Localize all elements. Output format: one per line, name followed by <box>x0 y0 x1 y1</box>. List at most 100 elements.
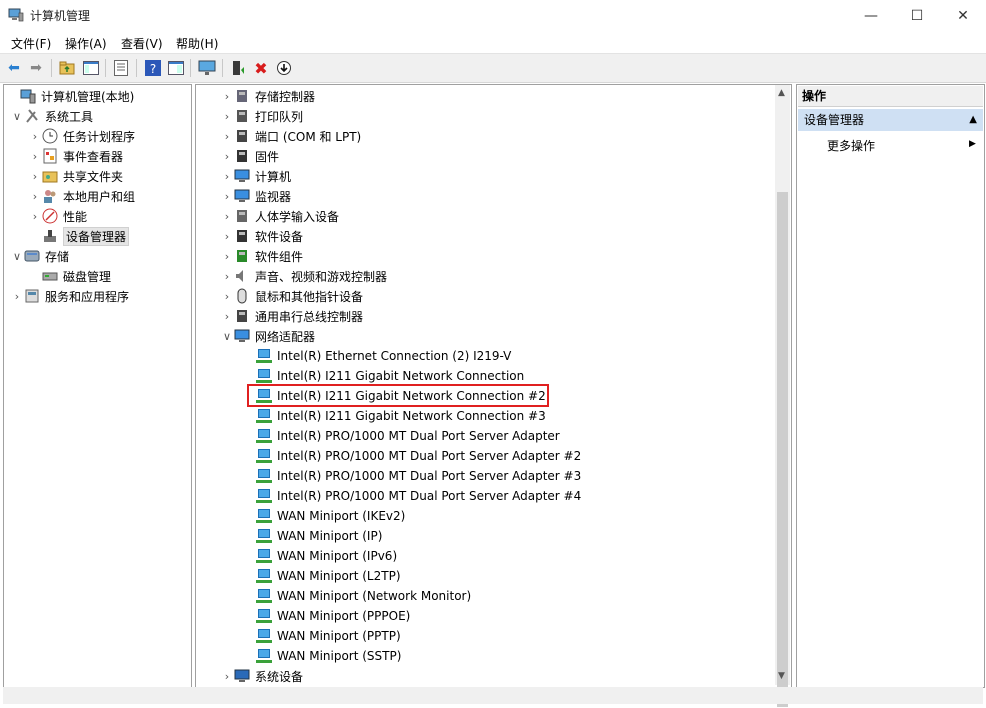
device-category[interactable]: › 打印队列 <box>220 106 303 126</box>
network-adapter-item[interactable]: Intel(R) PRO/1000 MT Dual Port Server Ad… <box>256 446 581 466</box>
network-adapter-item[interactable]: WAN Miniport (PPPOE) <box>256 606 410 626</box>
maximize-button[interactable]: ☐ <box>894 0 940 31</box>
minimize-button[interactable]: — <box>848 0 894 31</box>
device-category[interactable]: › 固件 <box>220 146 279 166</box>
chevron-right-icon[interactable]: › <box>220 290 234 303</box>
toolbar-separator <box>136 59 137 77</box>
scroll-up-icon[interactable]: ▲ <box>778 88 785 98</box>
chevron-right-icon[interactable]: › <box>10 290 24 303</box>
network-adapter-label: Intel(R) PRO/1000 MT Dual Port Server Ad… <box>277 489 582 503</box>
device-category[interactable]: › 软件组件 <box>220 246 303 266</box>
chevron-right-icon[interactable]: › <box>28 210 42 223</box>
tree-item-5[interactable]: › 本地用户和组 <box>28 186 135 206</box>
chevron-right-icon[interactable]: › <box>220 190 234 203</box>
menu-help[interactable]: 帮助(H) <box>176 35 218 52</box>
network-adapter-item[interactable]: WAN Miniport (IP) <box>256 526 382 546</box>
network-adapter-item[interactable]: WAN Miniport (IKEv2) <box>256 506 405 526</box>
device-category[interactable]: › 通用串行总线控制器 <box>220 306 363 326</box>
network-adapter-item[interactable]: WAN Miniport (PPTP) <box>256 626 401 646</box>
tree-item-label: 性能 <box>63 209 88 224</box>
network-adapter-item[interactable]: WAN Miniport (SSTP) <box>256 646 401 666</box>
network-adapter-icon <box>256 529 272 543</box>
monitor-icon <box>234 188 250 204</box>
tree-item-label: 服务和应用程序 <box>45 289 130 304</box>
network-adapter-item[interactable]: Intel(R) I211 Gigabit Network Connection <box>256 366 524 386</box>
tree-item-6[interactable]: › 性能 <box>28 206 87 226</box>
folder-up-icon[interactable] <box>58 59 76 77</box>
device-category[interactable]: › 端口 (COM 和 LPT) <box>220 126 361 146</box>
console-tree-pane[interactable]: 计算机管理(本地) ∨ 系统工具 › 任务计划程序 › 事件查看器 › 共享文件夹 › 本地用户和组… <box>3 84 192 688</box>
back-arrow-icon[interactable]: ⬅ <box>5 59 23 77</box>
tree-item-8[interactable]: ∨ 存储 <box>10 246 69 266</box>
chevron-right-icon[interactable]: › <box>220 670 234 683</box>
computer-management-app-icon <box>8 8 24 22</box>
chevron-down-icon[interactable]: ∨ <box>220 330 234 343</box>
more-actions-item[interactable]: 更多操作 <box>827 137 875 154</box>
network-adapter-item[interactable]: Intel(R) Ethernet Connection (2) I219-V <box>256 346 511 366</box>
chevron-right-icon[interactable]: › <box>220 270 234 283</box>
update-driver-icon[interactable] <box>229 59 247 77</box>
chevron-right-icon[interactable]: › <box>220 110 234 123</box>
tree-item-7[interactable]: 设备管理器 <box>28 226 130 246</box>
view-icon[interactable] <box>167 59 185 77</box>
tree-item-3[interactable]: › 事件查看器 <box>28 146 123 166</box>
help-icon[interactable]: ? <box>144 59 162 77</box>
close-button[interactable]: ✕ <box>940 0 986 31</box>
network-adapter-item[interactable]: Intel(R) PRO/1000 MT Dual Port Server Ad… <box>256 486 581 506</box>
network-adapter-item[interactable]: Intel(R) PRO/1000 MT Dual Port Server Ad… <box>256 466 581 486</box>
device-category[interactable]: › 监视器 <box>220 186 291 206</box>
tree-item-0[interactable]: 计算机管理(本地) <box>6 86 134 106</box>
scan-icon[interactable] <box>275 59 293 77</box>
tree-item-2[interactable]: › 任务计划程序 <box>28 126 135 146</box>
device-category[interactable]: › 鼠标和其他指针设备 <box>220 286 363 306</box>
network-adapter-icon <box>256 649 272 663</box>
menu-view[interactable]: 查看(V) <box>121 35 163 52</box>
properties-icon[interactable] <box>112 59 130 77</box>
device-category[interactable]: › 计算机 <box>220 166 291 186</box>
menu-file[interactable]: 文件(F) <box>11 35 51 52</box>
network-adapter-item[interactable]: WAN Miniport (IPv6) <box>256 546 397 566</box>
device-category-label: 鼠标和其他指针设备 <box>255 289 364 304</box>
monitor-icon[interactable] <box>198 59 216 77</box>
scroll-down-icon[interactable]: ▼ <box>778 671 785 681</box>
chevron-right-icon[interactable]: › <box>220 230 234 243</box>
chevron-right-icon[interactable]: › <box>220 90 234 103</box>
device-category-label: 固件 <box>255 149 280 164</box>
chevron-right-icon[interactable]: › <box>220 210 234 223</box>
console-tree-icon[interactable] <box>82 59 100 77</box>
chevron-right-icon[interactable]: › <box>28 150 42 163</box>
chevron-right-icon[interactable]: › <box>220 130 234 143</box>
tree-item-4[interactable]: › 共享文件夹 <box>28 166 123 186</box>
chevron-right-icon[interactable]: › <box>220 150 234 163</box>
network-adapter-icon <box>256 569 272 583</box>
more-actions-arrow-icon[interactable]: ▶ <box>969 139 976 149</box>
chevron-right-icon[interactable]: › <box>28 170 42 183</box>
network-adapter-item[interactable]: Intel(R) I211 Gigabit Network Connection… <box>256 406 546 426</box>
device-category[interactable]: › 声音、视频和游戏控制器 <box>220 266 387 286</box>
tree-item-9[interactable]: 磁盘管理 <box>28 266 111 286</box>
uninstall-icon[interactable]: ✖ <box>252 59 270 78</box>
vertical-scrollbar[interactable]: ▲ ▼ <box>775 85 790 707</box>
menu-action[interactable]: 操作(A) <box>65 35 107 52</box>
chevron-right-icon[interactable]: › <box>28 190 42 203</box>
chevron-down-icon[interactable]: ∨ <box>10 110 24 123</box>
forward-arrow-icon[interactable]: ➡ <box>27 59 45 77</box>
actions-section-device-manager[interactable]: 设备管理器 ▲ <box>798 109 983 131</box>
chevron-right-icon[interactable]: › <box>220 250 234 263</box>
device-category[interactable]: › 软件设备 <box>220 226 303 246</box>
device-category[interactable]: › 存储控制器 <box>220 86 315 106</box>
chevron-down-icon[interactable]: ∨ <box>10 250 24 263</box>
device-category[interactable]: › 系统设备 <box>220 666 303 686</box>
tree-item-1[interactable]: ∨ 系统工具 <box>10 106 93 126</box>
collapse-arrow-icon[interactable]: ▲ <box>969 109 977 131</box>
network-adapter-item[interactable]: WAN Miniport (Network Monitor) <box>256 586 471 606</box>
device-category[interactable]: ∨ 网络适配器 <box>220 326 315 346</box>
network-adapter-item[interactable]: WAN Miniport (L2TP) <box>256 566 401 586</box>
chevron-right-icon[interactable]: › <box>220 310 234 323</box>
tree-item-10[interactable]: › 服务和应用程序 <box>10 286 129 306</box>
chevron-right-icon[interactable]: › <box>220 170 234 183</box>
chevron-right-icon[interactable]: › <box>28 130 42 143</box>
scroll-thumb[interactable] <box>777 192 788 707</box>
device-category[interactable]: › 人体学输入设备 <box>220 206 339 226</box>
network-adapter-item[interactable]: Intel(R) PRO/1000 MT Dual Port Server Ad… <box>256 426 560 446</box>
